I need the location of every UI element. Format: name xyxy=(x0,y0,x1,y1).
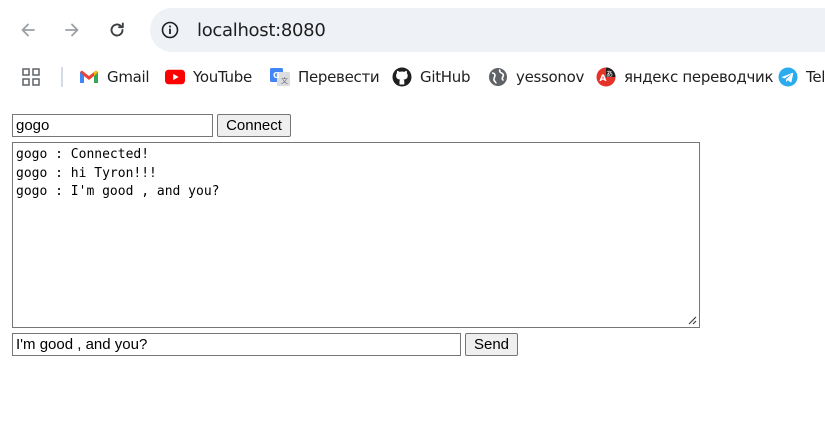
bookmark-youtube[interactable]: YouTube xyxy=(165,66,252,88)
site-info-icon[interactable] xyxy=(160,20,180,40)
back-button[interactable] xyxy=(13,15,43,45)
reload-icon xyxy=(110,22,124,37)
browser-toolbar: localhost:8080 xyxy=(0,0,825,60)
bookmark-yessonov[interactable]: yessonov xyxy=(488,66,584,88)
send-button[interactable]: Send xyxy=(465,333,518,356)
apps-grid-icon[interactable] xyxy=(22,68,40,86)
svg-text:文: 文 xyxy=(281,76,288,85)
gmail-icon xyxy=(79,67,99,87)
chat-log-line: gogo : Connected! xyxy=(16,147,150,162)
bookmark-telegram[interactable]: Tele xyxy=(778,66,825,88)
svg-text:あ: あ xyxy=(606,70,613,78)
svg-text:G: G xyxy=(273,71,280,80)
bookmark-github[interactable]: GitHub xyxy=(392,66,470,88)
bookmarks-bar: Gmail YouTube G 文 Перевести GitHub yesso… xyxy=(0,60,825,94)
bookmark-yandex-translate[interactable]: A あ яндекс переводчик xyxy=(596,66,774,88)
connect-button[interactable]: Connect xyxy=(217,114,291,137)
forward-button[interactable] xyxy=(57,15,87,45)
globe-icon xyxy=(488,67,508,87)
chat-log-line: gogo : I'm good , and you? xyxy=(16,184,220,199)
url-text: localhost:8080 xyxy=(197,20,326,41)
resize-handle-icon[interactable] xyxy=(687,315,697,325)
chat-log-textarea[interactable]: gogo : Connected! gogo : hi Tyron!!! gogo … xyxy=(12,142,700,328)
bookmark-gmail[interactable]: Gmail xyxy=(79,66,150,88)
address-bar[interactable]: localhost:8080 xyxy=(150,8,825,52)
chat-log-line: gogo : hi Tyron!!! xyxy=(16,165,157,181)
reload-button[interactable] xyxy=(102,15,132,45)
github-icon xyxy=(392,67,412,87)
username-input[interactable] xyxy=(12,114,213,137)
bookmarks-divider xyxy=(61,67,63,87)
telegram-icon xyxy=(778,67,798,87)
forward-arrow-icon xyxy=(65,23,79,37)
google-translate-icon: G 文 xyxy=(270,67,290,87)
back-arrow-icon xyxy=(21,23,35,37)
yandex-translate-icon: A あ xyxy=(596,67,616,87)
youtube-icon xyxy=(165,67,185,87)
message-input[interactable] xyxy=(12,333,461,356)
bookmark-translate[interactable]: G 文 Перевести xyxy=(270,66,380,88)
